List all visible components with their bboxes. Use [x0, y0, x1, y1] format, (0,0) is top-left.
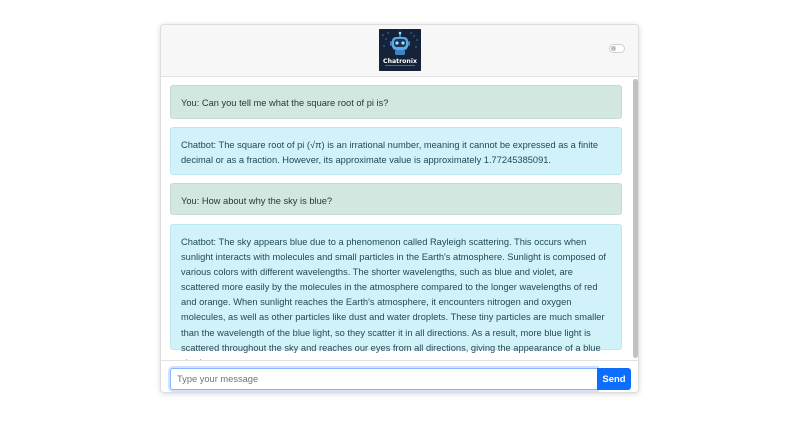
chat-header: Chatronix: [161, 25, 638, 77]
toggle-knob: [611, 46, 616, 51]
bot-message: Chatbot: The sky appears blue due to a p…: [170, 224, 622, 360]
send-button[interactable]: Send: [597, 368, 631, 390]
message-text: You: How about why the sky is blue?: [181, 196, 333, 206]
message-text: Chatbot: The sky appears blue due to a p…: [181, 237, 606, 360]
logo-text: Chatronix: [383, 58, 417, 65]
user-message: You: Can you tell me what the square roo…: [170, 85, 622, 119]
chatronix-logo: Chatronix: [379, 29, 421, 71]
message-text: Chatbot: The square root of pi (√π) is a…: [181, 140, 599, 166]
message-composer: Send: [161, 360, 638, 392]
chat-window: Chatronix You: Can you tell me what the …: [160, 24, 639, 393]
user-message: You: How about why the sky is blue?: [170, 183, 622, 215]
bot-message: Chatbot: The square root of pi (√π) is a…: [170, 127, 622, 175]
message-scrollbar[interactable]: [631, 77, 638, 360]
message-input[interactable]: [170, 368, 597, 390]
message-list[interactable]: You: Can you tell me what the square roo…: [161, 77, 638, 360]
theme-toggle[interactable]: [609, 44, 625, 53]
message-text: You: Can you tell me what the square roo…: [181, 98, 389, 108]
scrollbar-thumb[interactable]: [633, 79, 638, 358]
